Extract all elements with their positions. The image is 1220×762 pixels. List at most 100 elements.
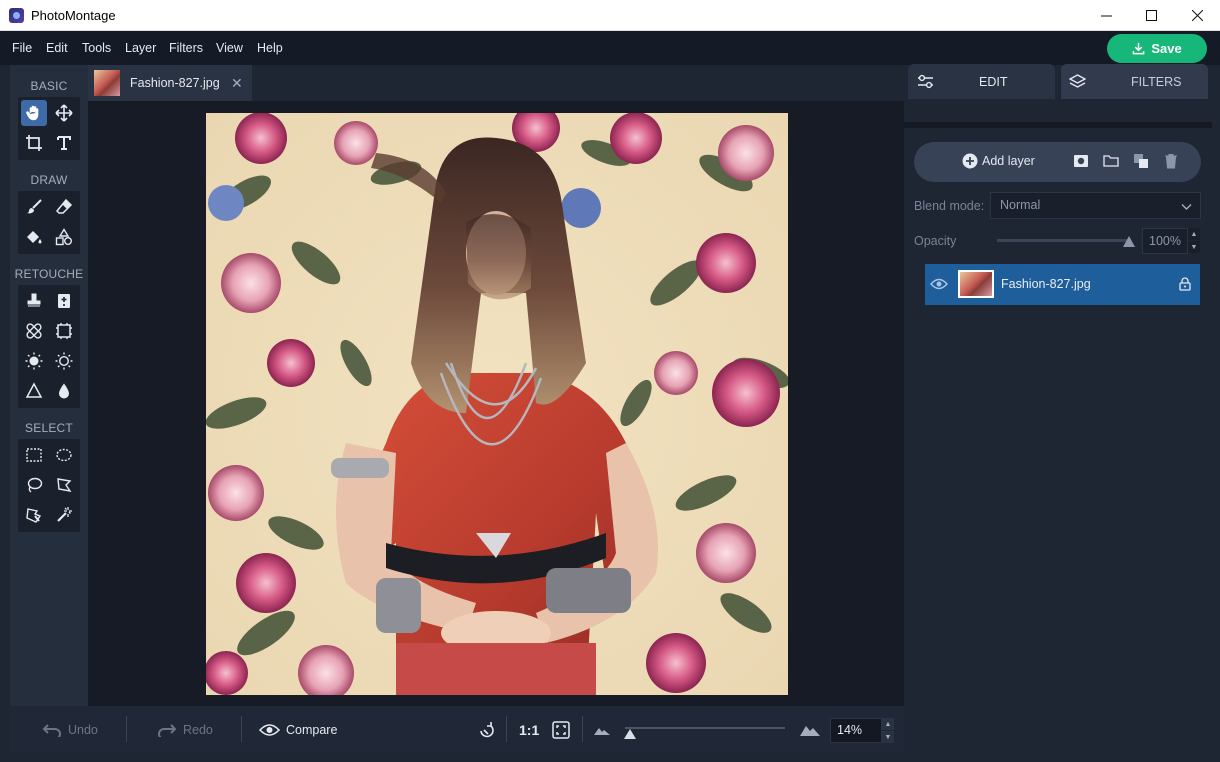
move-icon [55,104,73,122]
tab-edit-label: EDIT [979,74,1008,89]
mask-icon [1074,155,1088,167]
zoom-slider-thumb[interactable] [624,729,636,739]
brush-tool-button[interactable] [21,194,47,220]
document-thumbnail [94,70,120,96]
move-tool-button[interactable] [51,100,77,126]
ellipse-select-button[interactable] [51,442,77,468]
close-window-button[interactable] [1174,0,1220,31]
opacity-value-input[interactable]: 100% [1142,228,1188,254]
menu-edit[interactable]: Edit [46,41,68,55]
lasso-button[interactable] [21,472,47,498]
compare-button[interactable]: Compare [259,707,337,753]
opacity-slider-thumb[interactable] [1123,236,1135,247]
frame-icon [56,323,72,339]
crop-tool-button[interactable] [21,130,47,156]
zoom-in-button[interactable] [799,707,821,753]
tab-filters[interactable]: FILTERS [1061,64,1208,99]
text-tool-button[interactable] [51,130,77,156]
document-tab[interactable]: Fashion-827.jpg ✕ [88,65,252,101]
undo-label: Undo [68,723,98,737]
save-label: Save [1151,41,1182,56]
eye-icon [259,724,280,736]
fit-screen-button[interactable] [552,707,570,753]
magic-wand-button[interactable] [51,502,77,528]
rotate-button[interactable] [478,707,496,753]
magnetic-lasso-icon [26,508,42,523]
menu-layer[interactable]: Layer [125,41,156,55]
clone-stamp-tool-button[interactable] [21,288,47,314]
redo-icon [158,724,177,737]
minimize-button[interactable] [1083,0,1129,31]
eraser-tool-button[interactable] [51,194,77,220]
dodge-tool-button[interactable] [21,348,47,374]
polygon-lasso-button[interactable] [51,472,77,498]
menu-view[interactable]: View [216,41,243,55]
delete-layer-button[interactable] [1162,152,1180,170]
droplet-icon [59,383,69,399]
hand-tool-button[interactable] [21,100,47,126]
burn-tool-button[interactable] [51,348,77,374]
chevron-down-icon [1181,204,1192,210]
opacity-up-button[interactable]: ▲ [1188,228,1200,240]
healing-icon [58,294,70,308]
rectangle-select-button[interactable] [21,442,47,468]
undo-button[interactable]: Undo [42,707,98,753]
sharpen-tool-button[interactable] [21,378,47,404]
menu-tools[interactable]: Tools [82,41,111,55]
opacity-down-button[interactable]: ▼ [1188,241,1200,253]
zoom-slider-track[interactable] [625,727,785,729]
maximize-button[interactable] [1128,0,1174,31]
add-mask-button[interactable] [1072,152,1090,170]
bottom-divider [506,716,507,742]
lasso-icon [27,477,43,493]
healing-tool-button[interactable] [51,288,77,314]
mountain-large-icon [800,726,820,736]
blend-mode-select[interactable]: Normal [990,192,1201,219]
layer-thumbnail [958,270,994,298]
magic-wand-icon [57,507,72,522]
menu-help[interactable]: Help [257,41,283,55]
patch-tool-button[interactable] [21,318,47,344]
redo-button[interactable]: Redo [157,707,213,753]
photo-canvas[interactable] [206,113,788,695]
hand-icon [26,105,39,121]
zoom-value-input[interactable]: 14% [830,718,882,743]
eye-visibility-icon[interactable] [930,277,948,291]
rectangle-select-icon [26,448,42,462]
tab-edit[interactable]: EDIT [908,64,1055,99]
title-bar: PhotoMontage [0,0,1220,31]
app-logo-icon [9,8,24,23]
actual-size-button[interactable]: 1:1 [519,707,539,753]
zoom-up-button[interactable]: ▲ [882,718,894,730]
bottom-divider [241,716,242,742]
content-aware-tool-button[interactable] [51,318,77,344]
save-button[interactable]: Save [1107,34,1207,63]
fill-tool-button[interactable] [21,224,47,250]
opacity-slider-track[interactable] [997,239,1131,242]
blur-tool-button[interactable] [51,378,77,404]
crop-icon [26,135,42,151]
tab-filters-label: FILTERS [1131,74,1182,89]
open-image-button[interactable] [1102,152,1120,170]
shapes-icon [55,228,72,246]
trash-icon [1165,154,1177,169]
menu-filters[interactable]: Filters [169,41,203,55]
download-icon [1132,42,1145,55]
section-basic-label: BASIC [30,79,68,93]
layer-item[interactable]: Fashion-827.jpg [925,264,1200,305]
triangle-icon [25,382,43,398]
add-layer-label: Add layer [982,154,1035,168]
zoom-out-button[interactable] [593,707,611,753]
close-tab-icon[interactable]: ✕ [231,75,243,92]
lock-icon[interactable] [1179,277,1191,291]
menu-file[interactable]: File [12,41,32,55]
magnetic-lasso-button[interactable] [21,502,47,528]
zoom-down-button[interactable]: ▼ [882,731,894,743]
duplicate-layer-button[interactable] [1132,152,1150,170]
add-layer-button[interactable]: Add layer [962,153,1035,169]
shapes-tool-button[interactable] [51,224,77,250]
sun-filled-icon [25,352,43,370]
window-title: PhotoMontage [31,8,116,23]
eraser-icon [55,198,73,214]
folder-icon [1103,155,1119,167]
